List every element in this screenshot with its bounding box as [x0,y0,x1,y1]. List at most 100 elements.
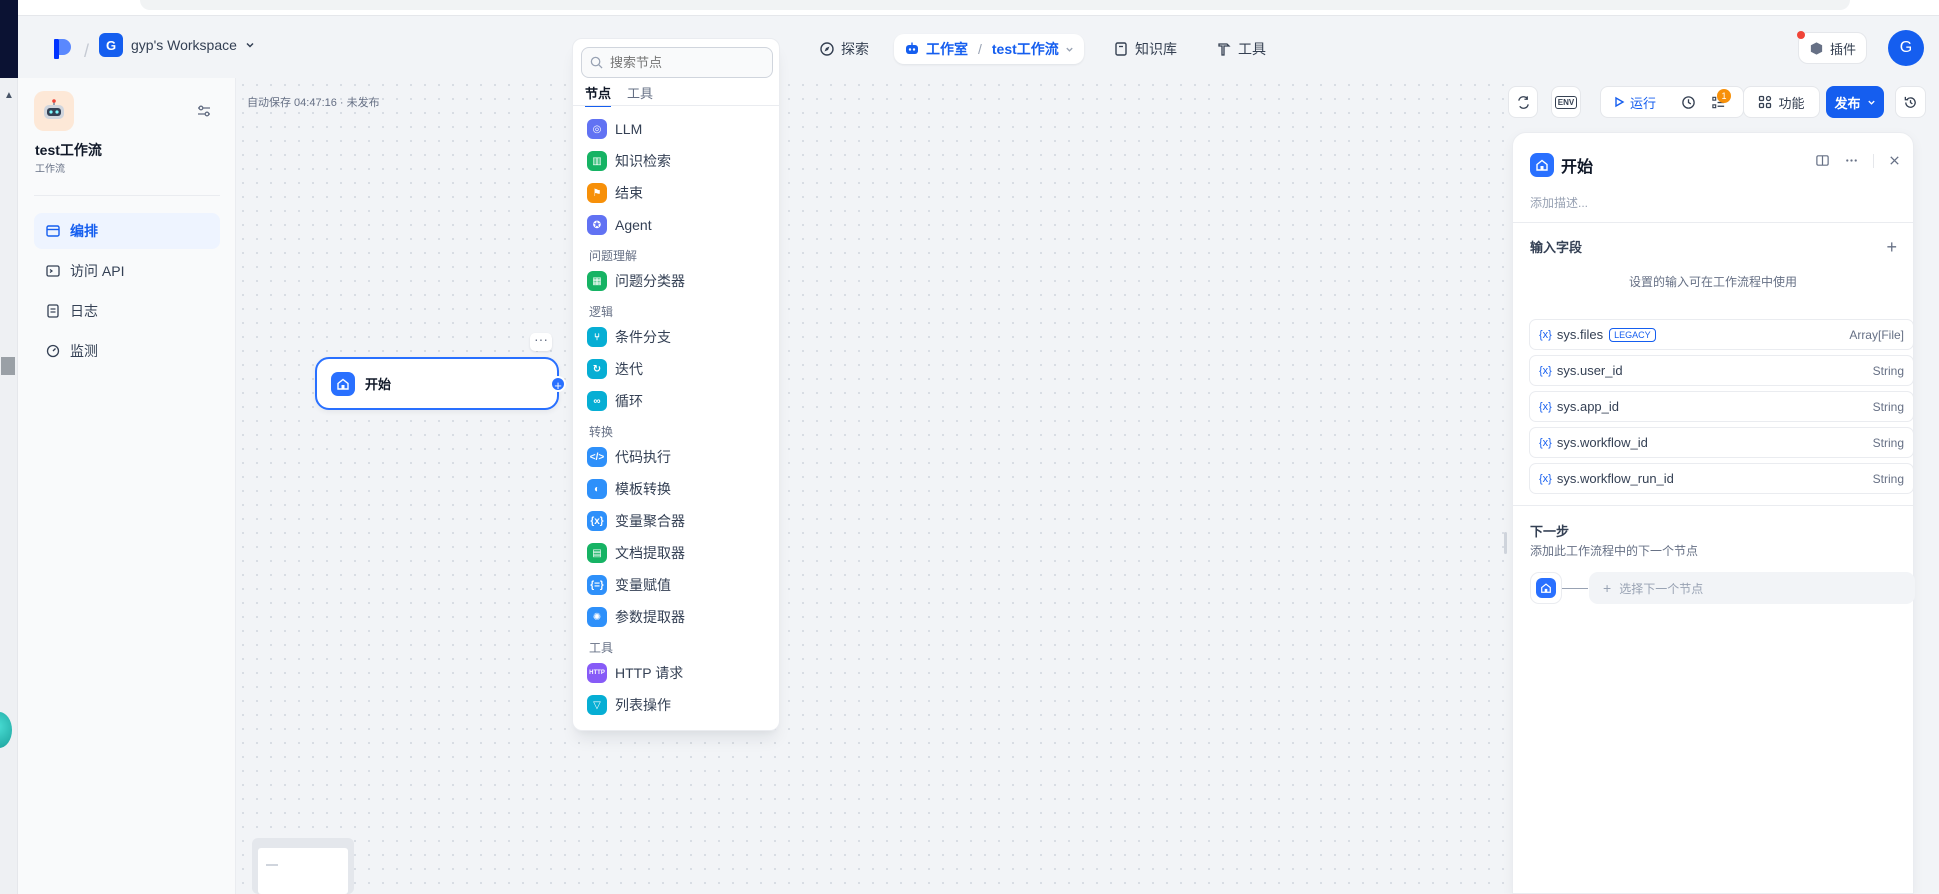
swap-icon [1517,95,1529,109]
node-option[interactable]: ⚑ 结束 [585,179,769,207]
breadcrumb-separator: / [84,41,90,61]
node-option-label: Agent [615,217,652,233]
settings-sliders-icon[interactable] [196,103,212,119]
description-input[interactable]: 添加描述... [1530,194,1588,211]
sidebar-item-monitor[interactable]: 监测 [34,333,220,369]
actions-divider [1873,153,1874,168]
node-search-box[interactable] [581,47,773,78]
variable-type: String [1872,399,1904,414]
tab-nodes[interactable]: 节点 [585,83,612,107]
variable-row[interactable]: {x} sys.user_id String [1529,355,1914,386]
app-header: / G gyp's Workspace 探索 工作室 / test工作流 知识库… [18,16,1939,78]
nav-knowledge[interactable]: 知识库 [1103,34,1187,64]
node-option[interactable]: {=} 变量赋值 [585,571,769,599]
collapse-arrow-icon[interactable]: ▲ [4,90,14,101]
node-option[interactable]: ↻ 迭代 [585,355,769,383]
variable-type: String [1872,435,1904,450]
node-option[interactable]: ∞ 循环 [585,387,769,415]
variable-icon: {x} [1539,436,1552,449]
nav-studio[interactable]: 工作室 / test工作流 [894,34,1084,64]
node-option[interactable]: ✪ Agent [585,211,769,239]
selector-tabs: 节点 工具 [585,83,653,107]
assign-icon: {=} [587,575,607,595]
node-option[interactable]: HTTP HTTP 请求 [585,659,769,687]
add-input-field-button[interactable]: + [1886,237,1897,258]
minimap-viewport [258,848,348,894]
panel-resize-handle[interactable] [1504,532,1507,554]
version-history-button[interactable] [1895,86,1926,118]
play-icon [1615,96,1625,108]
app-type: 工作流 [35,164,65,175]
start-node[interactable]: 开始 [315,357,559,410]
publish-button[interactable]: 发布 [1826,86,1884,118]
template-icon: ◐ [587,479,607,499]
hammer-icon [1218,43,1231,56]
node-option-label: 结束 [615,185,643,201]
feature-button[interactable]: 功能 [1743,86,1820,118]
chevron-down-icon [246,42,254,48]
address-bar[interactable] [140,0,1850,10]
dark-edge-block [0,0,18,78]
variable-type: String [1872,363,1904,378]
node-option[interactable]: ⑂ 条件分支 [585,323,769,351]
workspace-switcher[interactable]: G gyp's Workspace [99,33,255,57]
more-icon[interactable] [1844,153,1859,168]
search-icon [590,56,603,69]
select-next-node-label: 选择下一个节点 [1619,581,1704,596]
file-list-icon [47,304,59,318]
minimap[interactable] [252,838,354,894]
code-icon: </> [587,447,607,467]
node-option-label: 迭代 [615,361,643,377]
filter-icon: ▽ [587,695,607,715]
sidebar-item-label: 编排 [70,223,98,239]
sidebar-item-api[interactable]: 访问 API [34,253,220,289]
sidebar-divider [34,195,220,196]
nav-explore[interactable]: 探索 [809,34,879,64]
nav-tools[interactable]: 工具 [1206,34,1276,64]
user-avatar[interactable]: G [1888,30,1924,66]
split-view-icon[interactable] [1815,153,1830,168]
variable-row[interactable]: {x} sys.files LEGACY Array[File] [1529,319,1914,350]
sidebar-item-orchestrate[interactable]: 编排 [34,213,220,249]
node-option[interactable]: ◐ 模板转换 [585,475,769,503]
variable-icon: {x} [587,511,607,531]
node-option[interactable]: ◎ LLM [585,115,769,143]
node-option[interactable]: </> 代码执行 [585,443,769,471]
llm-icon: ◎ [587,119,607,139]
checklist-button[interactable]: 1 [1711,89,1731,110]
node-option[interactable]: ▤ 文档提取器 [585,539,769,567]
input-fields-title: 输入字段 [1530,240,1583,255]
app-name: test工作流 [35,142,102,158]
workflow-canvas[interactable] [236,78,1515,894]
add-next-node-button[interactable]: + [550,376,566,393]
tab-tools[interactable]: 工具 [627,83,653,107]
robot-icon [44,99,64,119]
workspace-name: gyp's Workspace [131,37,237,53]
select-next-node-button[interactable]: + 选择下一个节点 [1589,572,1915,604]
node-option-label: 文档提取器 [615,545,685,561]
plugin-button[interactable]: 插件 [1796,31,1867,64]
current-app-name[interactable]: test工作流 [992,39,1059,59]
variable-row[interactable]: {x} sys.app_id String [1529,391,1914,422]
variable-row[interactable]: {x} sys.workflow_run_id String [1529,463,1914,494]
sidebar-item-logs[interactable]: 日志 [34,293,220,329]
history-button[interactable] [1681,94,1696,110]
compass-icon [820,42,834,56]
node-option[interactable]: ▦ 问题分类器 [585,267,769,295]
node-option-label: 问题分类器 [615,273,685,289]
workspace-badge: G [99,33,123,57]
node-option[interactable]: {x} 变量聚合器 [585,507,769,535]
node-option[interactable]: ▥ 知识检索 [585,147,769,175]
variable-row[interactable]: {x} sys.workflow_id String [1529,427,1914,458]
node-search-input[interactable] [608,54,758,71]
env-button[interactable]: ENV [1551,86,1581,118]
env-icon: ENV [1554,95,1578,109]
node-option[interactable]: ✺ 参数提取器 [585,603,769,631]
run-button[interactable]: 运行 [1613,93,1656,112]
dify-logo-icon[interactable] [52,37,74,61]
node-more-button[interactable]: ··· [530,332,552,351]
node-option[interactable]: ▽ 列表操作 [585,691,769,719]
app-icon[interactable] [34,91,74,131]
restore-button[interactable] [1508,86,1538,118]
close-icon[interactable] [1888,154,1901,167]
